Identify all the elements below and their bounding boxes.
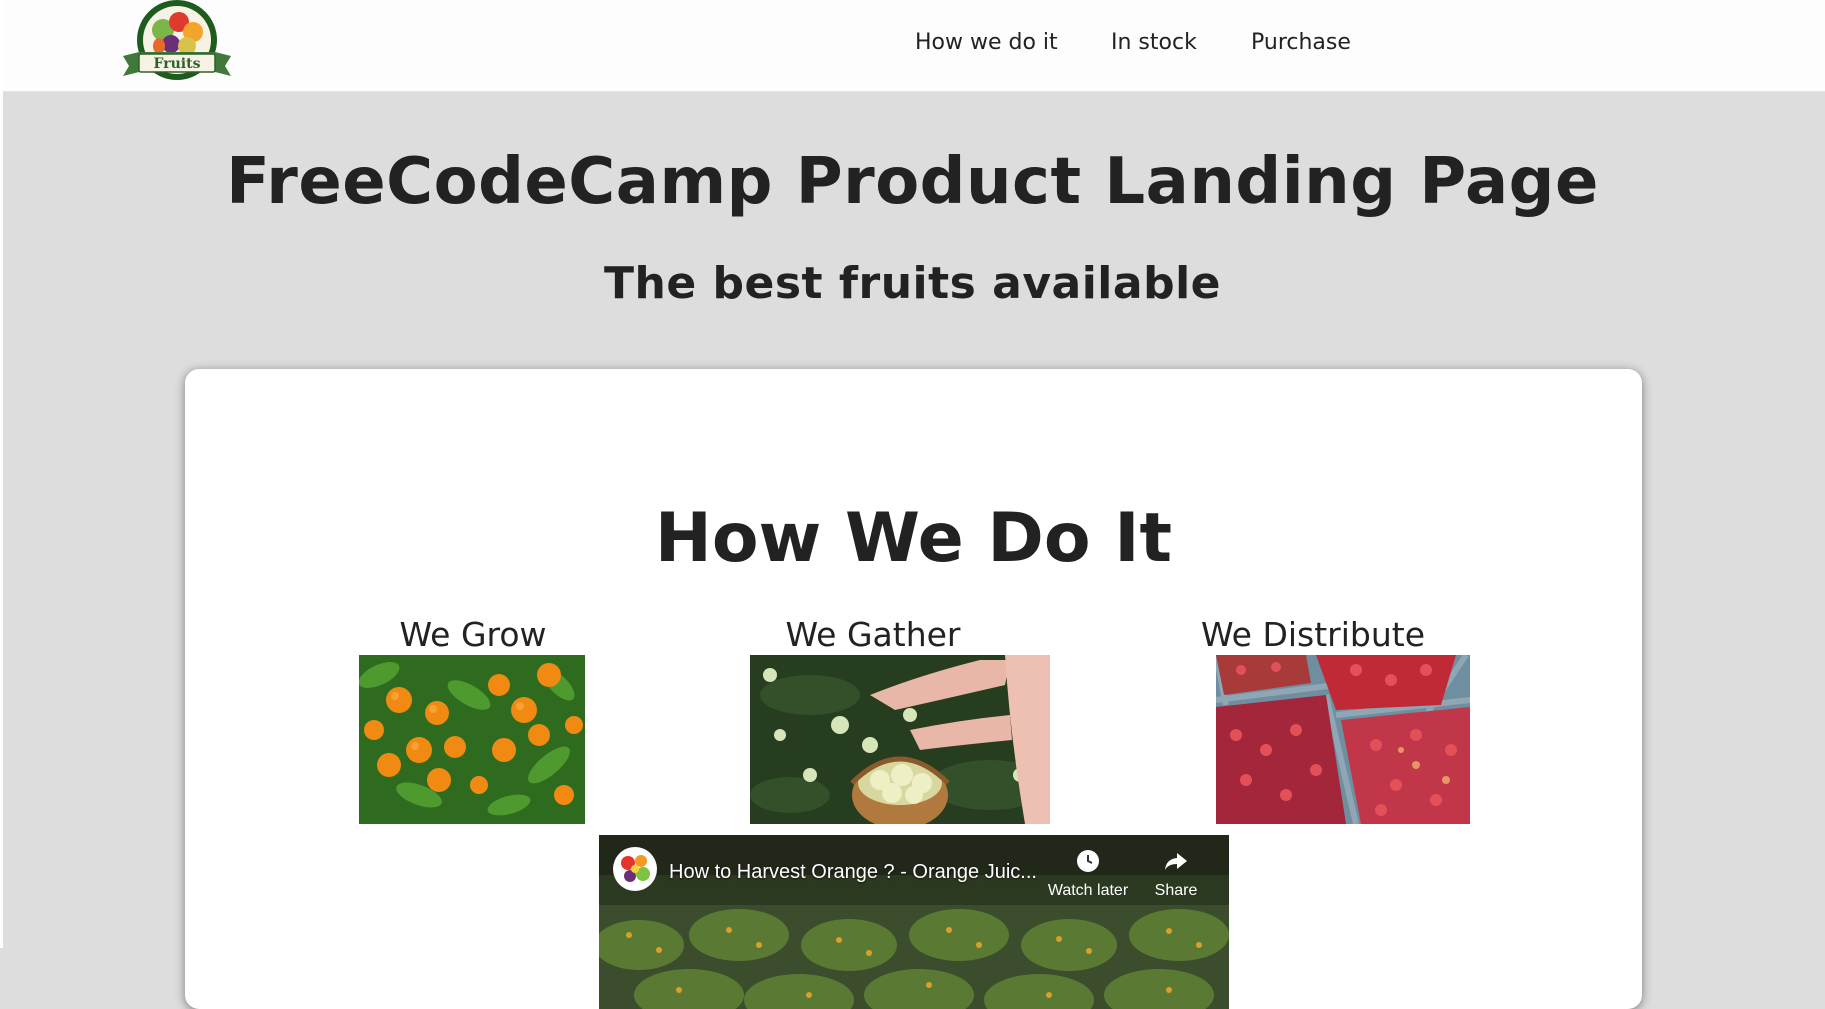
col-title-gather: We Gather [785, 615, 961, 654]
share-button[interactable]: Share [1133, 849, 1219, 900]
page-subtitle: The best fruits available [603, 258, 1221, 309]
section-title: How We Do It [654, 499, 1173, 578]
apple-gathering-image [750, 655, 1050, 824]
how-we-do-it-card: How We Do It We Grow We Gather We Distri… [185, 369, 1642, 1009]
col-title-distribute: We Distribute [1200, 615, 1426, 654]
channel-avatar[interactable] [613, 847, 657, 891]
page-title: FreeCodeCamp Product Landing Page [226, 145, 1599, 219]
main-nav: How we do it In stock Purchase [3, 30, 1825, 60]
nav-link-how-we-do-it[interactable]: How we do it [915, 30, 1058, 55]
apple-crates-image [1216, 655, 1470, 824]
share-label: Share [1154, 882, 1198, 899]
clock-icon [1077, 850, 1099, 872]
orange-tree-image [359, 655, 585, 824]
video-embed[interactable]: How to Harvest Orange ? - Orange Juic...… [599, 835, 1229, 1009]
col-title-grow: We Grow [399, 615, 547, 654]
nav-link-purchase[interactable]: Purchase [1251, 30, 1351, 55]
nav-link-in-stock[interactable]: In stock [1111, 30, 1197, 55]
watch-later-label: Watch later [1047, 882, 1129, 899]
watch-later-button[interactable]: Watch later [1045, 849, 1131, 900]
share-icon [1165, 853, 1187, 870]
video-title[interactable]: How to Harvest Orange ? - Orange Juic... [669, 861, 1037, 884]
site-header: Fruits How we do it In stock Purchase [3, 0, 1825, 92]
page-edge [0, 0, 3, 948]
